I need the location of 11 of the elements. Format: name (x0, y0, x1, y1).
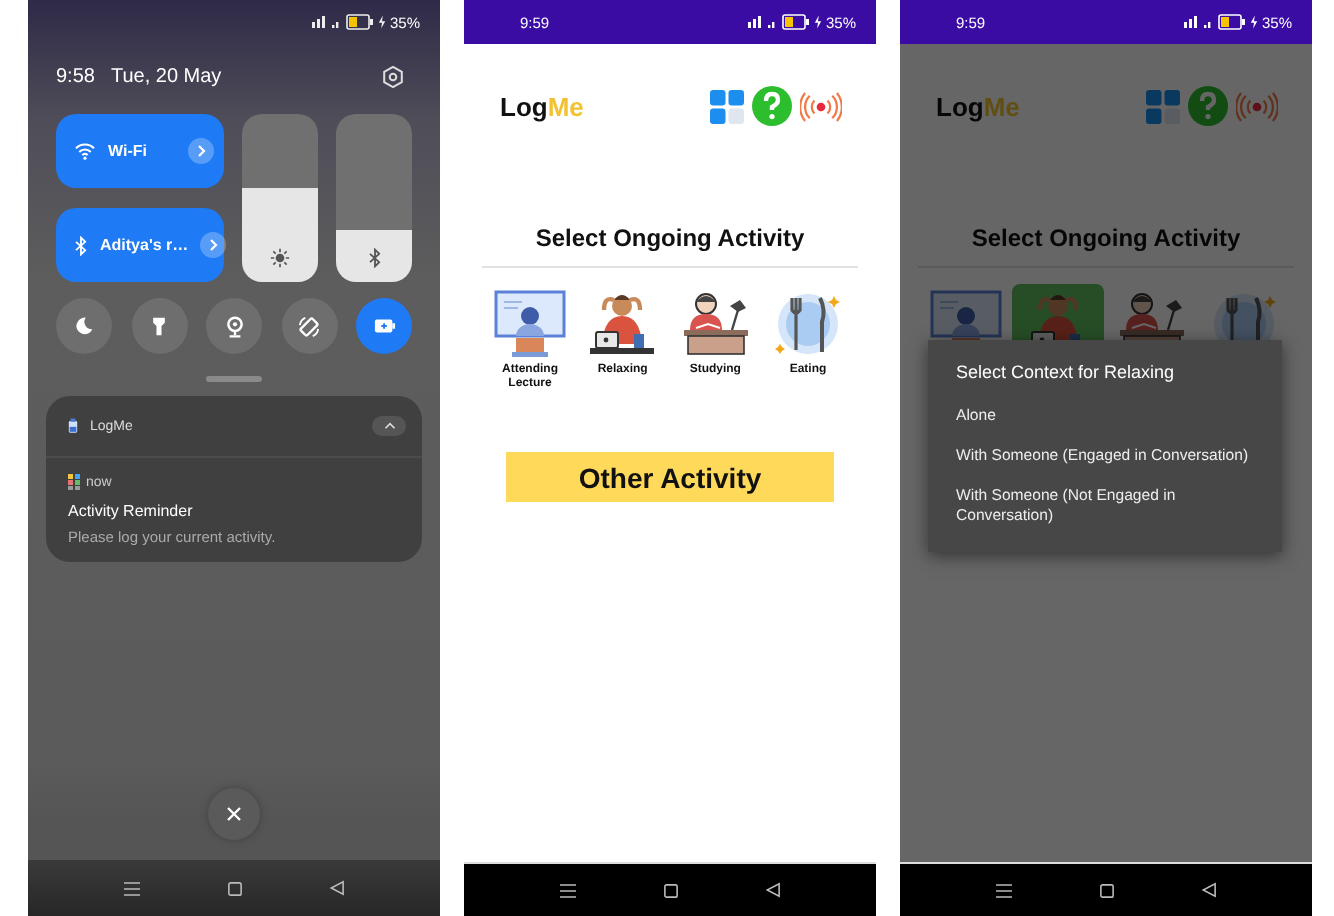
app-logo: LogMe (936, 91, 1020, 121)
section-title: Select Ongoing Activity (969, 224, 1243, 252)
notification-title: Activity Reminder (68, 502, 195, 520)
dialog-title: Select Context for Relaxing (956, 362, 1177, 382)
quick-tile[interactable]: Aditya's r… (56, 208, 224, 282)
app-logo: LogMe (500, 91, 584, 121)
quick-tile[interactable]: Wi-Fi (56, 114, 224, 188)
date-text: Tue, 20 May (110, 65, 222, 87)
clock-time: 9:58 (56, 65, 95, 87)
other-activity-button[interactable]: Other Activity (506, 452, 834, 503)
section-title: Select Ongoing Activity (533, 224, 807, 252)
